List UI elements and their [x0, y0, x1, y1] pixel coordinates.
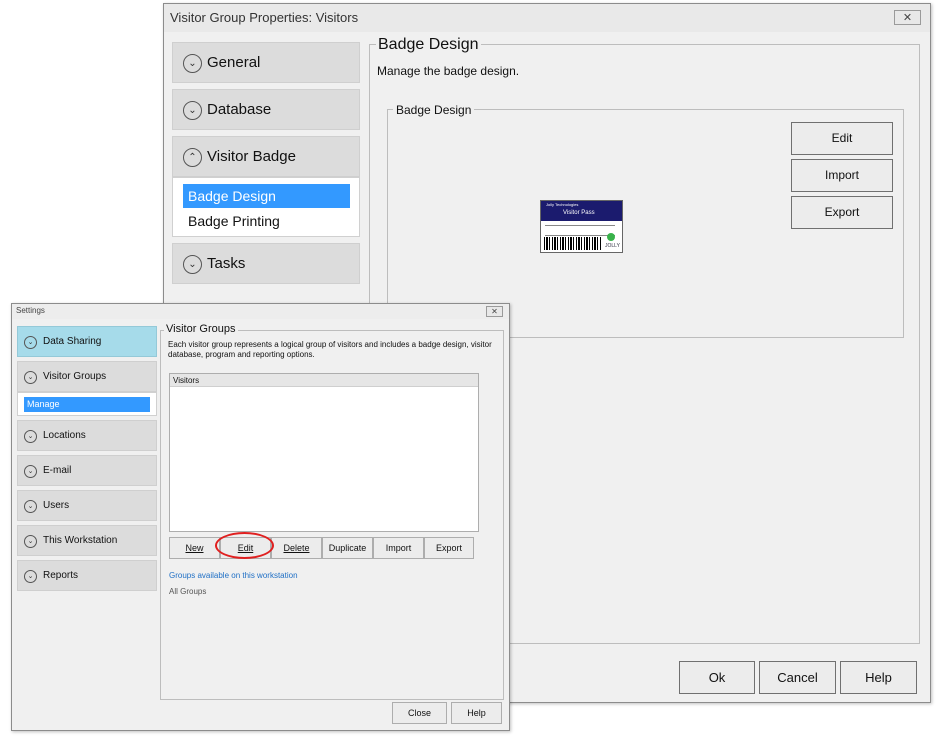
chevron-down-icon: ⌄ — [24, 570, 37, 583]
nav-tasks[interactable]: ⌄ Tasks — [172, 243, 360, 284]
nav-reports[interactable]: ⌄ Reports — [17, 560, 157, 591]
import-button[interactable]: Import — [373, 537, 424, 559]
chevron-down-icon: ⌄ — [24, 336, 37, 349]
settings-window: Settings ✕ ⌄ Data Sharing ⌄ Visitor Grou… — [11, 303, 510, 731]
close-window-button[interactable]: ✕ — [486, 306, 503, 317]
ok-button[interactable]: Ok — [679, 661, 755, 694]
help-button[interactable]: Help — [451, 702, 502, 724]
visitor-badge-submenu: Badge Design Badge Printing — [172, 177, 360, 237]
title-bar: Visitor Group Properties: Visitors ✕ — [164, 4, 930, 32]
window-title: Settings — [16, 306, 45, 315]
badge-barcode — [544, 237, 602, 250]
visitor-group-list[interactable]: Visitors — [169, 373, 479, 532]
chevron-down-icon: ⌄ — [183, 255, 202, 274]
nav-label: Visitor Groups — [43, 371, 107, 382]
chevron-down-icon: ⌄ — [24, 500, 37, 513]
nav-label: Database — [207, 101, 272, 118]
nav-label: Data Sharing — [43, 336, 102, 347]
subnav-badge-design[interactable]: Badge Design — [183, 184, 350, 208]
badge-title: Visitor Pass — [563, 210, 595, 216]
duplicate-button[interactable]: Duplicate — [322, 537, 373, 559]
nav-label: This Workstation — [43, 535, 118, 546]
list-header — [170, 374, 478, 387]
chevron-down-icon: ⌄ — [24, 535, 37, 548]
nav-visitor-groups[interactable]: ⌄ Visitor Groups — [17, 361, 157, 392]
close-window-button[interactable]: ✕ — [894, 10, 921, 25]
chevron-down-icon: ⌄ — [24, 430, 37, 443]
help-button[interactable]: Help — [840, 661, 917, 694]
chevron-down-icon: ⌄ — [183, 54, 202, 73]
section-description: Each visitor group represents a logical … — [168, 340, 492, 359]
highlight-circle — [215, 532, 274, 559]
list-item[interactable]: Visitors — [173, 376, 199, 385]
import-button[interactable]: Import — [791, 159, 893, 192]
cancel-button[interactable]: Cancel — [759, 661, 836, 694]
chevron-down-icon: ⌄ — [183, 101, 202, 120]
section-description: Manage the badge design. — [377, 64, 520, 78]
window-title: Visitor Group Properties: Visitors — [170, 10, 359, 25]
section-title: Visitor Groups — [164, 323, 238, 335]
nav-general[interactable]: ⌄ General — [172, 42, 360, 83]
all-groups-label: All Groups — [169, 587, 207, 596]
subnav-manage[interactable]: Manage — [24, 397, 150, 412]
nav-users[interactable]: ⌄ Users — [17, 490, 157, 521]
badge-company: Jolly Technologies — [546, 202, 579, 207]
nav-visitor-badge[interactable]: ⌃ Visitor Badge — [172, 136, 360, 177]
chevron-down-icon: ⌄ — [24, 465, 37, 478]
groups-available-link[interactable]: Groups available on this workstation — [169, 571, 298, 580]
nav-data-sharing[interactable]: ⌄ Data Sharing — [17, 326, 157, 357]
chevron-down-icon: ⌄ — [24, 371, 37, 384]
section-title: Badge Design — [376, 36, 481, 54]
badge-logo-icon — [607, 233, 615, 241]
nav-locations[interactable]: ⌄ Locations — [17, 420, 157, 451]
nav-label: Locations — [43, 430, 86, 441]
chevron-up-icon: ⌃ — [183, 148, 202, 167]
subnav-badge-printing[interactable]: Badge Printing — [188, 213, 280, 229]
badge-text-lines — [545, 225, 615, 236]
export-button[interactable]: Export — [791, 196, 893, 229]
nav-label: E-mail — [43, 465, 72, 476]
nav-this-workstation[interactable]: ⌄ This Workstation — [17, 525, 157, 556]
nav-label: Visitor Badge — [207, 148, 296, 165]
badge-logo-text: JOLLY — [605, 243, 620, 249]
new-button[interactable]: New — [169, 537, 220, 559]
nav-label: General — [207, 54, 261, 71]
badge-preview[interactable]: Jolly Technologies Visitor Pass JOLLY — [540, 200, 623, 253]
nav-label: Reports — [43, 570, 79, 581]
title-bar: Settings ✕ — [12, 304, 509, 319]
edit-button[interactable]: Edit — [791, 122, 893, 155]
close-button[interactable]: Close — [392, 702, 447, 724]
nav-label: Users — [43, 500, 70, 511]
visitor-groups-submenu: Manage — [17, 392, 157, 416]
nav-email[interactable]: ⌄ E-mail — [17, 455, 157, 486]
export-button[interactable]: Export — [424, 537, 474, 559]
nav-label: Tasks — [207, 255, 246, 272]
nav-database[interactable]: ⌄ Database — [172, 89, 360, 130]
group-label: Badge Design — [393, 103, 475, 117]
delete-button[interactable]: Delete — [271, 537, 322, 559]
